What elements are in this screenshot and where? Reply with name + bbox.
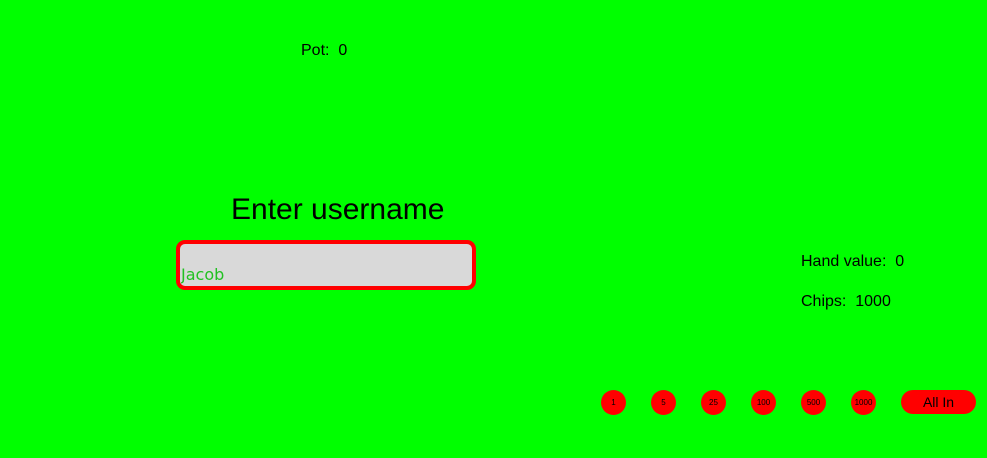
bet-chip-1-button[interactable]: 1 bbox=[601, 390, 626, 415]
username-input[interactable] bbox=[180, 244, 472, 286]
bet-chip-500-button[interactable]: 500 bbox=[801, 390, 826, 415]
chips-value: 1000 bbox=[855, 293, 891, 310]
bet-chip-5-button[interactable]: 5 bbox=[651, 390, 676, 415]
pot-label: Pot: bbox=[301, 42, 330, 59]
bet-chip-25-button[interactable]: 25 bbox=[701, 390, 726, 415]
hand-value-number: 0 bbox=[895, 253, 905, 270]
username-prompt: Enter username bbox=[231, 193, 445, 226]
username-field-frame bbox=[176, 240, 476, 290]
pot-value: 0 bbox=[338, 42, 348, 59]
hand-value-display: Hand value: 0 bbox=[801, 253, 904, 271]
chips-display: Chips: 1000 bbox=[801, 293, 891, 311]
bet-chip-100-button[interactable]: 100 bbox=[751, 390, 776, 415]
all-in-button[interactable]: All In bbox=[901, 390, 976, 414]
pot-display: Pot: 0 bbox=[301, 42, 347, 60]
chips-label: Chips: bbox=[801, 293, 847, 310]
bet-chip-1000-button[interactable]: 1000 bbox=[851, 390, 876, 415]
hand-value-label: Hand value: bbox=[801, 253, 887, 270]
